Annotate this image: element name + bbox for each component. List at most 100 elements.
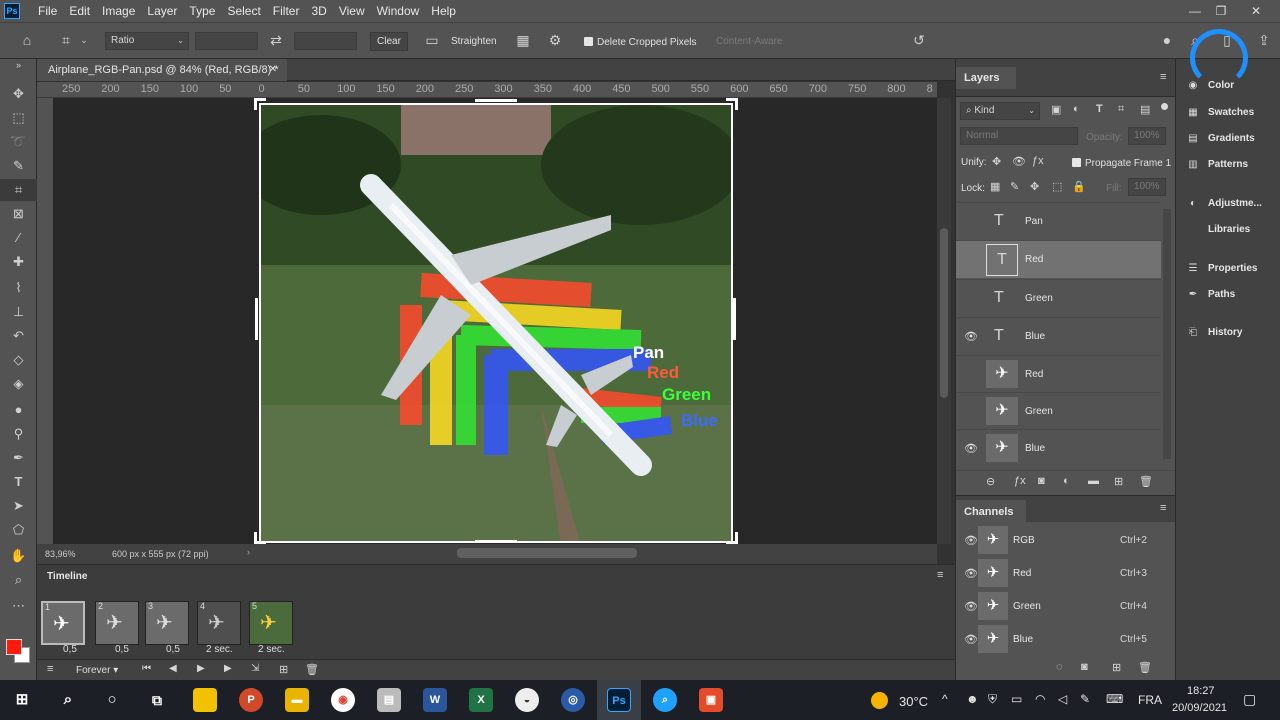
- play-icon[interactable]: ▶: [197, 663, 205, 674]
- dodge-tool-icon[interactable]: ⚲: [0, 423, 37, 445]
- animation-frame[interactable]: 3 ✈: [145, 601, 189, 645]
- history-panel-button[interactable]: ⎗ History: [1184, 327, 1242, 345]
- battery-icon[interactable]: ▭: [1011, 692, 1022, 706]
- timeline-title[interactable]: Timeline: [47, 571, 87, 582]
- panel-menu-icon[interactable]: ≡: [1160, 502, 1166, 514]
- powerpoint-icon[interactable]: P: [239, 688, 263, 712]
- content-aware-label[interactable]: Content-Aware: [716, 36, 783, 47]
- fx-icon[interactable]: ƒx: [1014, 475, 1026, 487]
- frame-delay[interactable]: 0,5: [63, 644, 77, 655]
- lock-transparent-icon[interactable]: ▦: [990, 180, 1000, 193]
- animation-frame[interactable]: 1 ✈: [41, 601, 85, 645]
- chevron-up-icon[interactable]: ^: [942, 692, 948, 706]
- trash-icon[interactable]: 🗑: [1139, 475, 1153, 488]
- menu-file[interactable]: File: [32, 0, 63, 22]
- layer-row[interactable]: T Green: [956, 279, 1161, 317]
- close-icon[interactable]: ✕: [269, 59, 277, 81]
- height-field[interactable]: [294, 32, 357, 50]
- document-tab[interactable]: Airplane_RGB-Pan.psd @ 84% (Red, RGB/8) …: [37, 59, 287, 81]
- weather-icon[interactable]: [871, 692, 888, 709]
- convert-timeline-icon[interactable]: ≡: [47, 663, 53, 675]
- lock-all-icon[interactable]: 🔒: [1072, 180, 1086, 193]
- zoom-tool-icon[interactable]: ⌕: [0, 569, 37, 591]
- loop-select[interactable]: Forever ▾: [76, 665, 118, 676]
- menu-edit[interactable]: Edit: [63, 0, 96, 22]
- chevron-down-icon[interactable]: ⌄: [78, 32, 90, 48]
- photoshop-logo-icon[interactable]: Ps: [4, 3, 20, 19]
- crop-handle-left[interactable]: [255, 298, 258, 340]
- shield-icon[interactable]: ⛨: [988, 692, 997, 707]
- filter-shape-icon[interactable]: ⌗: [1118, 103, 1124, 116]
- clock-time[interactable]: 18:27: [1187, 685, 1215, 697]
- grid-overlay-icon[interactable]: ▦: [514, 32, 532, 48]
- straighten-label[interactable]: Straighten: [451, 36, 497, 47]
- libraries-panel-button[interactable]: Libraries: [1184, 224, 1250, 242]
- menu-view[interactable]: View: [333, 0, 371, 22]
- unify-visibility-icon[interactable]: 👁: [1012, 155, 1026, 168]
- search-icon[interactable]: ⌕: [56, 688, 80, 712]
- eye-icon[interactable]: 👁: [964, 442, 978, 455]
- volume-icon[interactable]: ◁: [1058, 692, 1067, 706]
- crop-handle-tr[interactable]: [726, 98, 738, 110]
- notification-icon[interactable]: ▢: [1243, 691, 1256, 708]
- frame-delay[interactable]: 0,5: [115, 644, 129, 655]
- crop-handle-tl[interactable]: [254, 98, 266, 110]
- new-channel-icon[interactable]: ⊞: [1112, 661, 1121, 674]
- lock-position-icon[interactable]: ✥: [1030, 180, 1039, 193]
- layer-row[interactable]: T Red: [956, 240, 1161, 278]
- app-orange-icon[interactable]: ▣: [699, 688, 723, 712]
- vertical-scrollbar[interactable]: [937, 98, 951, 544]
- menu-layer[interactable]: Layer: [141, 0, 183, 22]
- share-icon[interactable]: ⇪: [1255, 32, 1273, 48]
- new-layer-icon[interactable]: ⊞: [1114, 475, 1123, 488]
- link-icon[interactable]: ⊖: [986, 475, 995, 488]
- delete-cropped-checkbox[interactable]: Delete Cropped Pixels: [584, 36, 697, 48]
- move-tool-icon[interactable]: ✥: [0, 83, 37, 105]
- horizontal-scroll-thumb[interactable]: [457, 548, 637, 558]
- channel-row[interactable]: 👁 ✈ Green Ctrl+4: [956, 590, 1161, 623]
- lock-pixels-icon[interactable]: ✎: [1010, 180, 1019, 193]
- trash-icon[interactable]: 🗑: [1138, 661, 1152, 674]
- frame-delay[interactable]: 2 sec.: [258, 644, 285, 655]
- quick-select-tool-icon[interactable]: ✎: [0, 155, 37, 177]
- app-icon[interactable]: ▤: [377, 688, 401, 712]
- adjustment-icon[interactable]: ◐: [1063, 475, 1070, 487]
- eraser-tool-icon[interactable]: ◇: [0, 349, 37, 371]
- crop-tool-icon[interactable]: ⌗: [0, 179, 37, 201]
- visibility-toggle[interactable]: [964, 370, 974, 380]
- menu-help[interactable]: Help: [425, 0, 462, 22]
- mask-icon[interactable]: ◙: [1038, 475, 1045, 487]
- language-indicator[interactable]: FRA: [1138, 693, 1162, 707]
- propagate-frame-checkbox[interactable]: Propagate Frame 1: [1072, 157, 1171, 169]
- reset-icon[interactable]: ↺: [910, 32, 928, 48]
- menu-window[interactable]: Window: [371, 0, 426, 22]
- straighten-icon[interactable]: ▭: [423, 32, 441, 48]
- windows-start-icon[interactable]: ⊞: [10, 688, 34, 712]
- temperature[interactable]: 30°C: [899, 694, 928, 709]
- properties-panel-button[interactable]: ☰ Properties: [1184, 263, 1258, 281]
- keyboard-icon[interactable]: ⌨: [1106, 692, 1123, 706]
- gradients-panel-button[interactable]: ▤ Gradients: [1184, 133, 1254, 151]
- pen-tool-icon[interactable]: ✒: [0, 447, 37, 469]
- task-view-icon[interactable]: ⧉: [145, 688, 169, 712]
- crop-handle-bl[interactable]: [254, 532, 266, 544]
- unify-position-icon[interactable]: ✥: [992, 155, 1001, 168]
- tray-app-icon[interactable]: ☻: [966, 692, 979, 706]
- filter-smart-icon[interactable]: ▤: [1140, 103, 1150, 116]
- clock-date[interactable]: 20/09/2021: [1172, 702, 1227, 714]
- paths-panel-button[interactable]: ✒ Paths: [1184, 289, 1235, 307]
- close-icon[interactable]: ✕: [1242, 0, 1270, 22]
- animation-frame[interactable]: 5 ✈: [249, 601, 293, 645]
- layer-row[interactable]: ✈ Green: [956, 392, 1161, 430]
- eye-icon[interactable]: 👁: [964, 330, 978, 343]
- stamp-tool-icon[interactable]: ⊥: [0, 301, 37, 323]
- crop-handle-top[interactable]: [475, 99, 517, 102]
- frame-delay[interactable]: 2 sec.: [206, 644, 233, 655]
- type-tool-icon[interactable]: T: [0, 471, 37, 493]
- layer-row[interactable]: ✈ Red: [956, 355, 1161, 393]
- width-field[interactable]: [195, 32, 258, 50]
- shape-tool-icon[interactable]: ⬠: [0, 519, 37, 541]
- crop-handle-br[interactable]: [726, 532, 738, 544]
- filter-pixel-icon[interactable]: ▣: [1051, 103, 1061, 116]
- app-circle-icon[interactable]: ◒: [515, 688, 539, 712]
